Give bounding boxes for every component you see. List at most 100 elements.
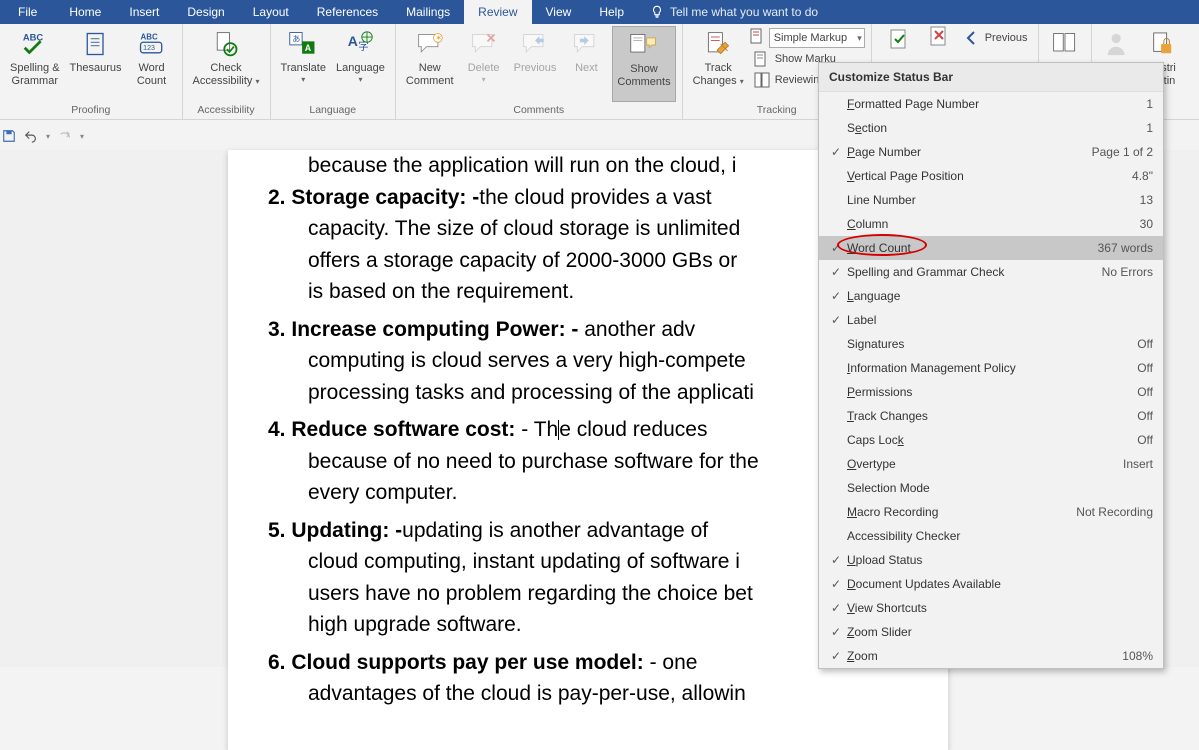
statusbar-menu-item[interactable]: PermissionsOff [819,380,1163,404]
statusbar-menu-item[interactable]: ✓View Shortcuts [819,596,1163,620]
tab-file[interactable]: File [0,0,55,24]
statusbar-menu-item[interactable]: Formatted Page Number1 [819,92,1163,116]
qat-customize[interactable]: ▾ [80,132,84,141]
status-bar-context-menu: Customize Status Bar Formatted Page Numb… [818,62,1164,669]
show-comments-button[interactable]: Show Comments [612,26,675,102]
statusbar-menu-item[interactable]: ✓Document Updates Available [819,572,1163,596]
accept-button[interactable] [882,28,918,52]
menu-item-value: Off [1129,361,1153,375]
statusbar-menu-item[interactable]: ✓Label [819,308,1163,332]
thesaurus-button[interactable]: Thesaurus [66,26,126,102]
statusbar-menu-item[interactable]: Track ChangesOff [819,404,1163,428]
redo-icon[interactable] [58,129,72,143]
showcomments-line2: Comments [617,76,670,89]
check-icon: ✓ [825,145,847,159]
doc-line-prev: because the application will run on the … [268,150,908,182]
previous-comment-button[interactable]: Previous [510,26,561,102]
tab-mailings[interactable]: Mailings [392,0,464,24]
svg-text:A: A [348,33,358,49]
delete-label: Delete [468,62,500,75]
menu-item-label: Signatures [847,337,1129,351]
track-line1: Track [705,62,732,75]
check-icon: ✓ [825,601,847,615]
doc-item-5: 5. Updating: -updating is another advant… [268,515,908,641]
statusbar-menu-item[interactable]: ✓Word Count367 words [819,236,1163,260]
statusbar-menu-item[interactable]: ✓Language [819,284,1163,308]
tab-home[interactable]: Home [55,0,115,24]
menubar: File Home Insert Design Layout Reference… [0,0,1199,24]
tab-view[interactable]: View [532,0,586,24]
menu-item-value: Off [1129,409,1153,423]
svg-text:ABC: ABC [23,32,44,42]
previous-change-button[interactable]: Previous [960,28,1032,48]
menu-item-label: Information Management Policy [847,361,1129,375]
access-line2: Accessibility [193,75,253,87]
statusbar-menu-item[interactable]: OvertypeInsert [819,452,1163,476]
statusbar-menu-item[interactable]: Line Number13 [819,188,1163,212]
track-changes-button[interactable]: Track Changes ▾ [689,26,748,102]
menu-item-value: 1 [1138,121,1153,135]
previous-change-icon [964,30,980,46]
statusbar-menu-item[interactable]: Caps LockOff [819,428,1163,452]
undo-dropdown[interactable]: ▾ [46,132,50,141]
tab-help[interactable]: Help [585,0,638,24]
next-comment-button[interactable]: Next [562,26,610,102]
tab-design[interactable]: Design [173,0,238,24]
tab-layout[interactable]: Layout [239,0,303,24]
group-proofing-label: Proofing [6,102,176,119]
new-comment-button[interactable]: ✶ New Comment [402,26,458,102]
newcomment-line2: Comment [406,75,454,88]
markup-combo[interactable]: Simple Markup [769,28,865,48]
statusbar-menu-item[interactable]: SignaturesOff [819,332,1163,356]
statusbar-menu-item[interactable]: Selection Mode [819,476,1163,500]
statusbar-menu-item[interactable]: ✓Zoom Slider [819,620,1163,644]
svg-text:ABC: ABC [140,33,157,42]
tab-references[interactable]: References [303,0,392,24]
group-accessibility: Check Accessibility ▾ Accessibility [183,24,271,119]
tab-insert[interactable]: Insert [115,0,173,24]
menu-item-label: Label [847,313,1145,327]
undo-icon[interactable] [24,129,38,143]
menu-item-label: Track Changes [847,409,1129,423]
reject-button[interactable] [922,26,958,48]
statusbar-menu-item[interactable]: ✓Zoom108% [819,644,1163,668]
menu-item-label: Overtype [847,457,1115,471]
group-comments: ✶ New Comment Delete ▾ Previous Next [396,24,683,119]
new-comment-icon: ✶ [416,31,444,57]
menu-item-label: Accessibility Checker [847,529,1145,543]
menu-item-label: Caps Lock [847,433,1129,447]
statusbar-menu-item[interactable]: Macro RecordingNot Recording [819,500,1163,524]
statusbar-menu-item[interactable]: ✓Spelling and Grammar CheckNo Errors [819,260,1163,284]
svg-text:123: 123 [143,45,155,52]
menu-item-label: Spelling and Grammar Check [847,265,1094,279]
check-accessibility-button[interactable]: Check Accessibility ▾ [189,26,264,102]
translate-icon: あA [288,30,318,58]
tell-me[interactable]: Tell me what you want to do [638,0,830,24]
word-count-button[interactable]: ABC123 Word Count [128,26,176,102]
check-icon: ✓ [825,553,847,567]
statusbar-menu-item[interactable]: Vertical Page Position4.8" [819,164,1163,188]
track-line2: Changes [693,75,737,87]
accessibility-icon [212,30,240,58]
translate-button[interactable]: あA Translate ▾ [277,26,330,102]
spelling-line2: Grammar [12,75,58,88]
prevcomment-label: Previous [514,62,557,75]
statusbar-menu-item[interactable]: Accessibility Checker [819,524,1163,548]
spelling-grammar-button[interactable]: ABC Spelling & Grammar [6,26,64,102]
statusbar-menu-item[interactable]: Information Management PolicyOff [819,356,1163,380]
thesaurus-label: Thesaurus [70,62,122,75]
menu-item-value: No Errors [1094,265,1153,279]
quick-access-toolbar: ▾ ▾ [2,129,84,143]
track-changes-icon [704,30,732,58]
previous-change-label: Previous [985,32,1028,44]
compare-icon [1051,30,1079,58]
language-button[interactable]: A字 Language ▾ [332,26,389,102]
save-icon[interactable] [2,129,16,143]
statusbar-menu-item[interactable]: ✓Upload Status [819,548,1163,572]
tab-review[interactable]: Review [464,0,531,24]
menu-item-label: Section [847,121,1138,135]
statusbar-menu-item[interactable]: ✓Page NumberPage 1 of 2 [819,140,1163,164]
statusbar-menu-item[interactable]: Section1 [819,116,1163,140]
delete-comment-button[interactable]: Delete ▾ [460,26,508,102]
statusbar-menu-item[interactable]: Column30 [819,212,1163,236]
